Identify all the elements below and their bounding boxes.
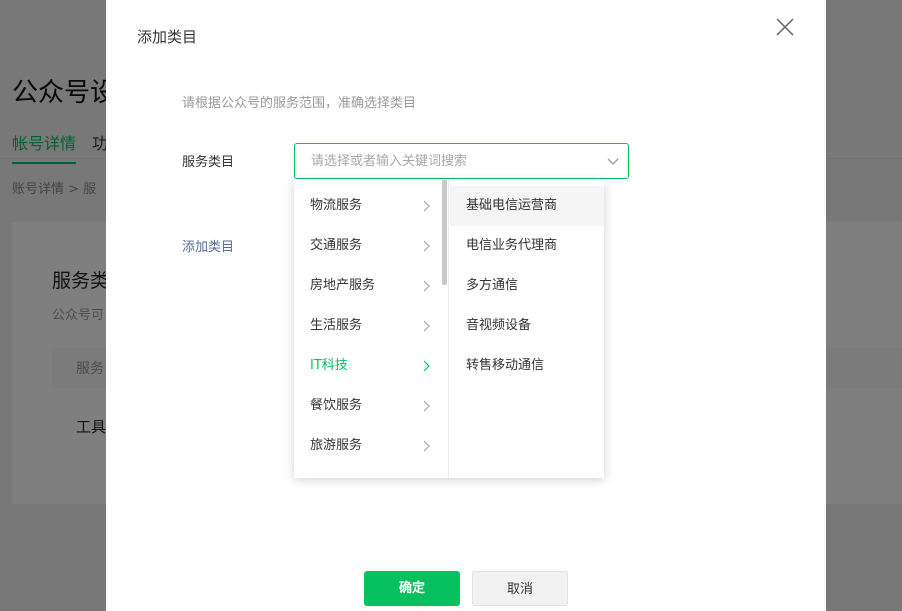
category-search-input[interactable] — [295, 144, 595, 178]
cascader-item-basic-telecom[interactable]: 基础电信运营商 — [450, 186, 604, 226]
chevron-right-icon — [423, 440, 430, 452]
cascader-item-travel[interactable]: 旅游服务 — [294, 426, 442, 466]
cascader-item-label: 房地产服务 — [310, 278, 376, 293]
cascader-item-label: 餐饮服务 — [310, 398, 363, 413]
chevron-right-icon — [423, 320, 430, 332]
cascader-item-telecom-agent[interactable]: 电信业务代理商 — [450, 226, 604, 266]
cascader-item-label: 物流服务 — [310, 198, 363, 213]
category-select[interactable] — [294, 143, 629, 179]
cascader-level1: 物流服务 交通服务 房地产服务 生活服务 IT科技 餐饮服务 旅游服务 — [294, 180, 449, 478]
cascader-item-label: 生活服务 — [310, 318, 363, 333]
cascader-item-transport[interactable]: 交通服务 — [294, 226, 442, 266]
cascader-item-catering[interactable]: 餐饮服务 — [294, 386, 442, 426]
category-cascader: 物流服务 交通服务 房地产服务 生活服务 IT科技 餐饮服务 旅游服务 基础电信… — [294, 180, 604, 478]
close-icon — [776, 18, 794, 36]
cascader-level2: 基础电信运营商 电信业务代理商 多方通信 音视频设备 转售移动通信 — [450, 180, 604, 478]
cascader-item-real-estate[interactable]: 房地产服务 — [294, 266, 442, 306]
chevron-right-icon — [423, 400, 430, 412]
chevron-right-icon — [423, 200, 430, 212]
cascader-item-label: 交通服务 — [310, 238, 363, 253]
cascader-item-label: IT科技 — [310, 358, 348, 373]
service-category-label: 服务类目 — [182, 155, 235, 170]
cascader-item-label: 旅游服务 — [310, 438, 363, 453]
cascader-item-it-tech[interactable]: IT科技 — [294, 346, 442, 386]
cascader-item-av-equipment[interactable]: 音视频设备 — [450, 306, 604, 346]
chevron-right-icon — [423, 280, 430, 292]
close-button[interactable] — [774, 16, 796, 38]
hint-text: 请根据公众号的服务范围，准确选择类目 — [182, 96, 417, 111]
cascader-item-life[interactable]: 生活服务 — [294, 306, 442, 346]
chevron-down-icon[interactable] — [606, 154, 620, 168]
add-category-link[interactable]: 添加类目 — [182, 236, 234, 255]
cascader-scrollbar[interactable] — [442, 180, 447, 285]
cascader-item-multiparty[interactable]: 多方通信 — [450, 266, 604, 306]
add-category-dialog: 添加类目 请根据公众号的服务范围，准确选择类目 服务类目 添加类目 物流服务 交… — [106, 0, 826, 611]
cascader-item-mvno[interactable]: 转售移动通信 — [450, 346, 604, 386]
cancel-button[interactable]: 取消 — [472, 571, 568, 606]
dialog-title: 添加类目 — [137, 28, 198, 46]
chevron-right-icon — [423, 240, 430, 252]
chevron-right-icon — [423, 360, 430, 372]
cascader-item-logistics[interactable]: 物流服务 — [294, 186, 442, 226]
confirm-button[interactable]: 确定 — [364, 571, 460, 606]
